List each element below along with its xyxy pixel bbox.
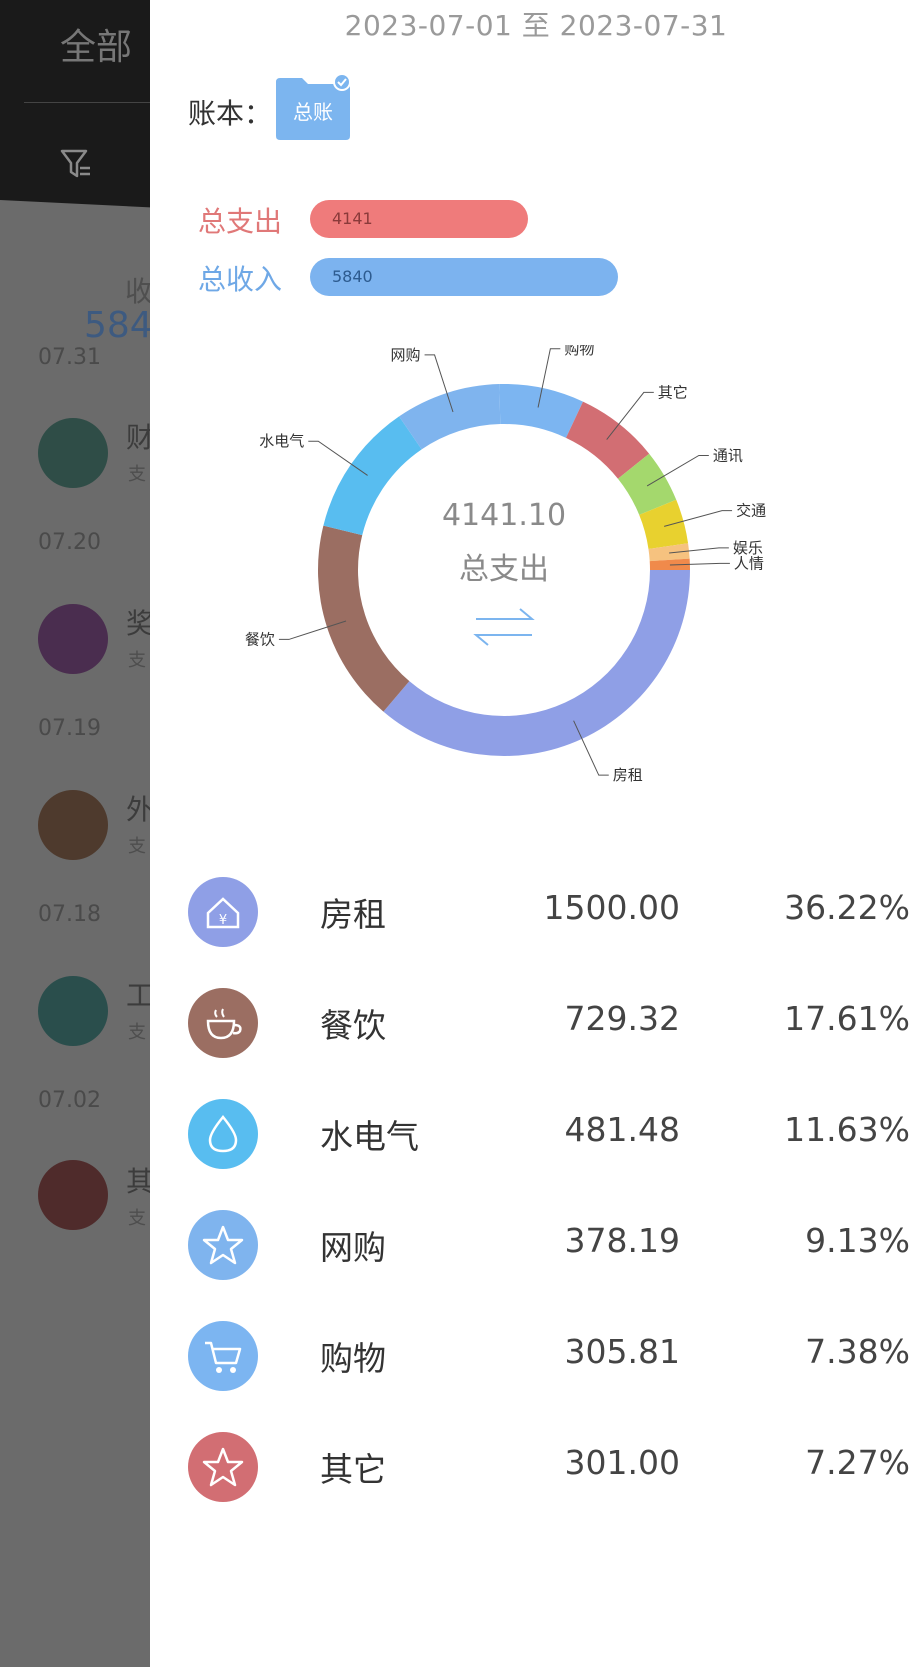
donut-label-1: 餐饮 [245, 630, 275, 648]
donut-label-7: 交通 [736, 502, 766, 520]
background-record-icon[interactable] [38, 418, 108, 488]
background-record-sub: 支 [128, 650, 146, 671]
category-amount: 481.48 [564, 1110, 680, 1149]
donut-label-2: 水电气 [259, 432, 304, 450]
background-date: 07.02 [38, 1088, 101, 1113]
donut-center-total: 4141.10 [442, 498, 566, 533]
total-expense-bar: 4141 [310, 200, 528, 238]
background-income-value: 584 [84, 305, 153, 346]
category-name: 房租 [320, 895, 386, 934]
background-date: 07.18 [38, 902, 101, 927]
category-amount: 305.81 [564, 1332, 680, 1371]
category-percent: 9.13% [805, 1221, 910, 1260]
donut-label-6: 通讯 [713, 446, 743, 464]
donut-slice-2[interactable] [323, 416, 422, 536]
category-amount: 378.19 [564, 1221, 680, 1260]
donut-label-4: 购物 [564, 345, 594, 358]
account-book-name[interactable]: 总账 [272, 96, 354, 125]
donut-label-5: 其它 [658, 383, 688, 401]
swap-arrows-icon[interactable] [473, 608, 535, 646]
expense-donut-chart[interactable]: 房租餐饮水电气网购 购物其它通讯交通娱乐人情 4141.10 总支出 [150, 345, 922, 815]
background-record-sub: 支 [128, 836, 146, 857]
category-percent: 17.61% [784, 999, 910, 1038]
category-row-4[interactable]: 购物 305.81 7.38% [150, 1296, 922, 1414]
water-drop-icon [188, 1099, 258, 1169]
account-book-label: 账本： [188, 97, 273, 130]
date-range[interactable]: 2023-07-01 至 2023-07-31 [150, 4, 922, 44]
filter-icon[interactable] [60, 148, 92, 182]
background-record-sub: 支 [128, 464, 146, 485]
category-row-3[interactable]: 网购 378.19 9.13% [150, 1185, 922, 1303]
total-expense-value: 4141 [332, 209, 373, 228]
house-icon: ¥ [188, 877, 258, 947]
total-income-value: 5840 [332, 267, 373, 286]
category-percent: 7.27% [805, 1443, 910, 1482]
donut-label-0: 房租 [613, 766, 643, 784]
category-percent: 36.22% [784, 888, 910, 927]
donut-slice-0[interactable] [383, 570, 690, 756]
donut-label-9: 人情 [734, 554, 764, 572]
total-expense-label: 总支出 [198, 205, 283, 238]
star-icon [188, 1210, 258, 1280]
category-name: 网购 [320, 1228, 386, 1267]
category-row-5[interactable]: 其它 301.00 7.27% [150, 1407, 922, 1525]
background-record-icon[interactable] [38, 604, 108, 674]
category-row-2[interactable]: 水电气 481.48 11.63% [150, 1074, 922, 1192]
category-percent: 7.38% [805, 1332, 910, 1371]
category-name: 其它 [320, 1450, 386, 1489]
background-record-icon[interactable] [38, 1160, 108, 1230]
category-amount: 729.32 [564, 999, 680, 1038]
category-name: 购物 [320, 1339, 386, 1378]
background-date: 07.19 [38, 716, 101, 741]
category-row-0[interactable]: ¥ 房租 1500.00 36.22% [150, 852, 922, 970]
background-income-label: 收 [125, 275, 154, 308]
category-amount: 1500.00 [543, 888, 680, 927]
background-record-sub: 支 [128, 1208, 146, 1229]
cart-icon [188, 1321, 258, 1391]
total-income-bar: 5840 [310, 258, 618, 296]
total-income-label: 总收入 [198, 263, 283, 296]
statistics-drawer: 2023-07-01 至 2023-07-31 账本： 总账 总支出 4141 … [150, 0, 922, 1667]
star-icon [188, 1432, 258, 1502]
background-date: 07.20 [38, 530, 101, 555]
background-title[interactable]: 全部 [60, 18, 132, 70]
category-amount: 301.00 [564, 1443, 680, 1482]
category-percent: 11.63% [784, 1110, 910, 1149]
category-name: 餐饮 [320, 1006, 386, 1045]
donut-slice-1[interactable] [318, 525, 410, 712]
donut-center-label: 总支出 [459, 552, 549, 587]
background-record-icon[interactable] [38, 976, 108, 1046]
background-date: 07.31 [38, 345, 101, 370]
category-row-1[interactable]: 餐饮 729.32 17.61% [150, 963, 922, 1081]
coffee-cup-icon [188, 988, 258, 1058]
background-record-icon[interactable] [38, 790, 108, 860]
category-name: 水电气 [320, 1117, 419, 1156]
background-record-sub: 支 [128, 1022, 146, 1043]
svg-text:¥: ¥ [219, 913, 227, 928]
donut-label-3: 网购 [391, 346, 421, 364]
